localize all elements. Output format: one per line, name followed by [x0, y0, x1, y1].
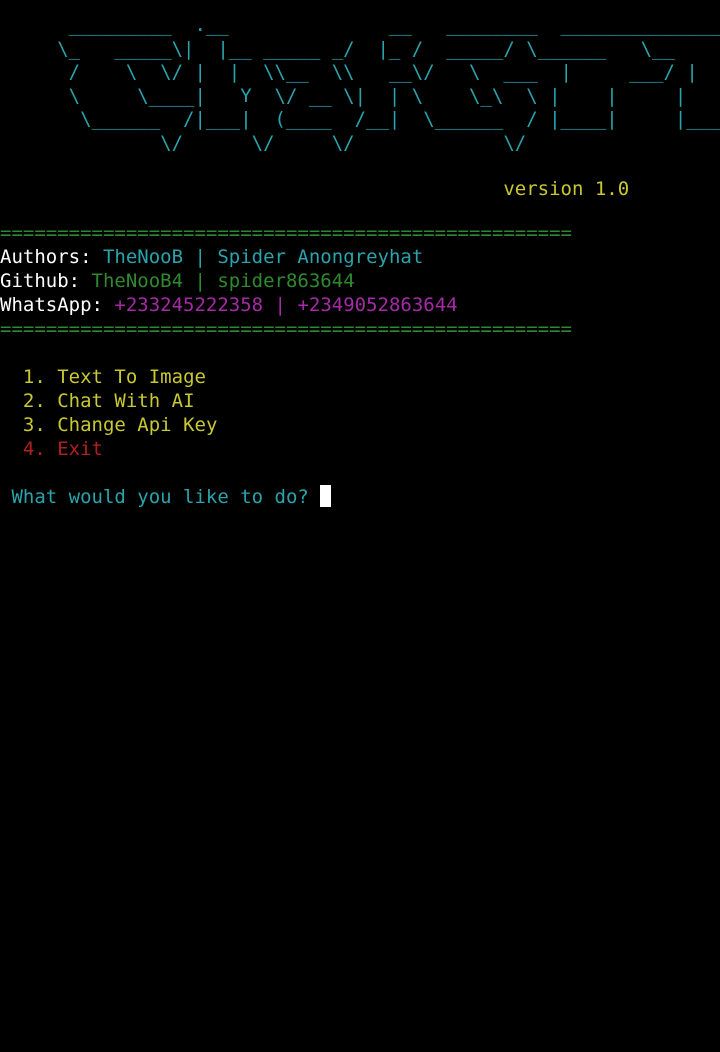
menu-item-change-api-key[interactable]: 3. Change Api Key — [0, 413, 720, 437]
menu-item-text-to-image[interactable]: 1. Text To Image — [0, 365, 720, 389]
separator-bottom: ========================================… — [0, 318, 572, 340]
authors-line: Authors: TheNooB | Spider Anongreyhat — [0, 245, 720, 269]
whatsapp-number-2: +2349052863644 — [297, 294, 458, 316]
menu-choice-prompt[interactable]: What would you like to do? — [0, 485, 720, 509]
menu-label-3: Change Api Key — [57, 414, 218, 436]
version-label: version 1.0 — [503, 178, 630, 200]
version-line: version 1.0 — [0, 177, 720, 201]
whatsapp-line: WhatsApp: +233245222358 | +2349052863644 — [0, 293, 720, 317]
menu-indent — [0, 390, 23, 412]
authors-divider: | — [183, 246, 218, 268]
menu-gap — [46, 438, 57, 460]
menu-item-chat-with-ai[interactable]: 2. Chat With AI — [0, 389, 720, 413]
menu-label-2: Chat With AI — [57, 390, 195, 412]
main-menu: 1. Text To Image 2. Chat With AI 3. Chan… — [0, 365, 720, 461]
menu-number-1: 1. — [22, 366, 46, 388]
author-name-1: TheNooB — [102, 246, 184, 268]
prompt-text: What would you like to do? — [11, 486, 321, 508]
terminal-window: _________ .__ __ ________ ______________… — [0, 0, 720, 1052]
menu-indent — [0, 438, 23, 460]
version-spacer — [0, 178, 503, 200]
menu-number-2: 2. — [22, 390, 46, 412]
menu-number-3: 3. — [22, 414, 46, 436]
menu-indent — [0, 366, 23, 388]
whatsapp-number-1: +233245222358 — [114, 294, 264, 316]
menu-label-1: Text To Image — [57, 366, 206, 388]
menu-gap — [46, 414, 57, 436]
menu-indent — [0, 414, 23, 436]
whatsapp-label: WhatsApp: — [0, 294, 115, 316]
menu-item-exit[interactable]: 4. Exit — [0, 437, 720, 461]
chatgpt-ascii-logo-icon: _________ .__ __ ________ ______________… — [57, 14, 720, 154]
prompt-indent — [0, 486, 11, 508]
menu-label-4: Exit — [57, 438, 103, 460]
authors-label: Authors: — [0, 246, 103, 268]
block-cursor-icon — [320, 485, 332, 507]
github-handle-1: TheNooB4 — [91, 270, 184, 292]
separator-top: ========================================… — [0, 222, 572, 244]
author-name-2: Spider Anongreyhat — [217, 246, 424, 268]
github-divider: | — [183, 270, 218, 292]
menu-gap — [46, 390, 57, 412]
menu-number-4: 4. — [22, 438, 46, 460]
github-line: Github: TheNooB4 | spider863644 — [0, 269, 720, 293]
github-handle-2: spider863644 — [217, 270, 355, 292]
whatsapp-divider: | — [263, 294, 298, 316]
menu-gap — [46, 366, 57, 388]
github-label: Github: — [0, 270, 92, 292]
